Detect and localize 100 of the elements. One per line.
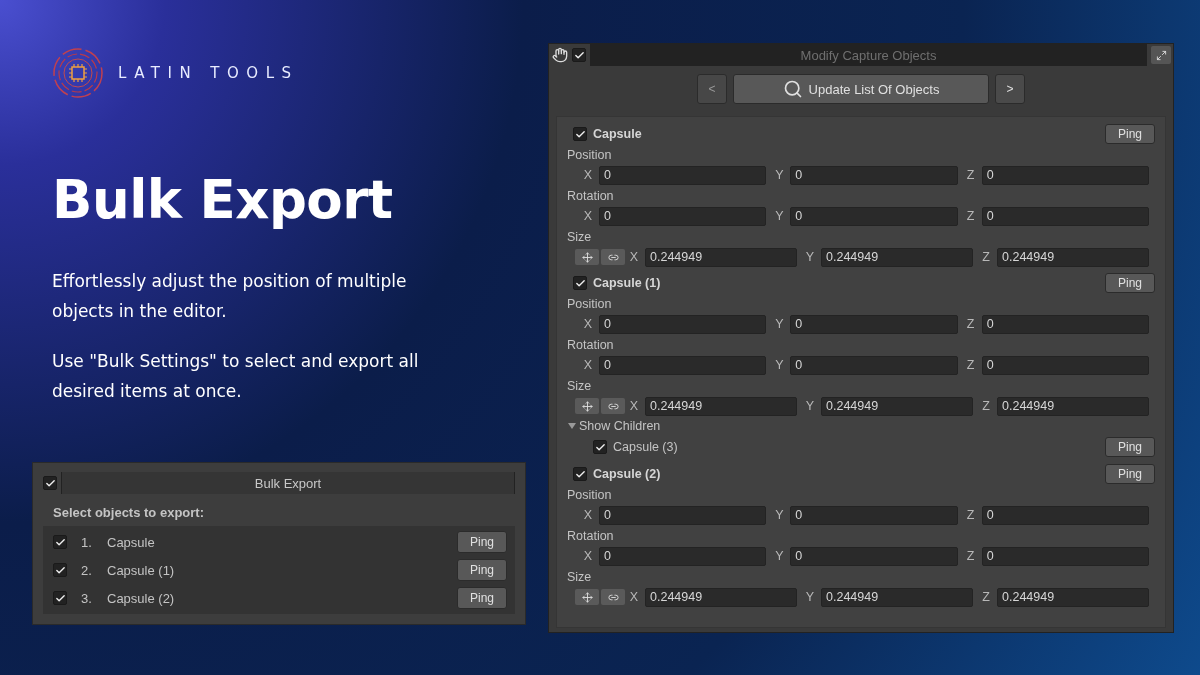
object-name: Capsule (1) [107, 562, 176, 578]
number-field[interactable]: 0 [599, 314, 767, 334]
number-field[interactable]: 0.244949 [997, 587, 1149, 607]
axis-label: Z [965, 317, 976, 331]
object-name: Capsule (2) [593, 467, 662, 481]
checkbox[interactable] [573, 127, 587, 141]
section-heading: Select objects to export: [53, 505, 205, 520]
ping-button[interactable]: Ping [1105, 464, 1155, 484]
child-object-name: Capsule (3) [613, 440, 679, 454]
brand-name: LATIN TOOLS [118, 64, 299, 82]
number-field[interactable]: 0 [790, 505, 958, 525]
number-field[interactable]: 0 [981, 206, 1149, 226]
checkbox[interactable] [43, 476, 57, 490]
axis-label: Z [981, 250, 991, 264]
hand-icon[interactable] [552, 47, 568, 63]
field-label: Size [567, 377, 592, 395]
number-field[interactable]: 0.244949 [997, 396, 1149, 416]
number-field[interactable]: 0 [599, 505, 767, 525]
hero-title: Bulk Export [52, 169, 394, 230]
checkbox[interactable] [53, 591, 67, 605]
search-icon [782, 79, 803, 99]
axis-label: Y [774, 317, 785, 331]
field-label: Position [567, 486, 612, 504]
axis-label: Z [965, 209, 976, 223]
axis-label: Y [804, 399, 816, 413]
axis-label: X [582, 549, 594, 563]
axis-label: Y [774, 358, 785, 372]
axis-label: X [582, 168, 594, 182]
checkbox[interactable] [53, 563, 67, 577]
ping-button[interactable]: Ping [1105, 273, 1155, 293]
number-field[interactable]: 0 [981, 165, 1149, 185]
checkbox[interactable] [53, 535, 67, 549]
checkbox[interactable] [572, 48, 586, 62]
number-field[interactable]: 0 [981, 314, 1149, 334]
number-field[interactable]: 0 [599, 355, 767, 375]
number-field[interactable]: 0.244949 [645, 587, 797, 607]
axis-label: X [582, 317, 594, 331]
field-label: Rotation [567, 527, 614, 545]
axis-label: Y [804, 250, 816, 264]
update-list-button[interactable]: Update List Of Objects [733, 74, 989, 104]
object-name: Capsule (2) [107, 590, 176, 606]
number-field[interactable]: 0 [790, 314, 958, 334]
number-field[interactable]: 0 [981, 505, 1149, 525]
number-field[interactable]: 0 [981, 546, 1149, 566]
ping-button[interactable]: Ping [457, 531, 507, 553]
ping-button[interactable]: Ping [1105, 437, 1155, 457]
number-field[interactable]: 0.244949 [821, 587, 973, 607]
number-field[interactable]: 0 [981, 355, 1149, 375]
axis-label: X [582, 209, 594, 223]
field-label: Size [567, 228, 592, 246]
number-field[interactable]: 0.244949 [821, 396, 973, 416]
disclosure-triangle-icon[interactable] [568, 422, 576, 430]
link-icon[interactable] [601, 398, 625, 414]
number-field[interactable]: 0.244949 [645, 247, 797, 267]
hero-paragraph: Effortlessly adjust the position of multiple objects in the editor. [52, 270, 408, 323]
link-icon[interactable] [601, 589, 625, 605]
number-field[interactable]: 0 [599, 165, 767, 185]
number-field[interactable]: 0 [790, 355, 958, 375]
item-number: 1. [81, 534, 93, 550]
ping-button[interactable]: Ping [457, 559, 507, 581]
field-label: Position [567, 295, 612, 313]
axis-label: Z [965, 549, 976, 563]
checkbox[interactable] [593, 440, 607, 454]
link-icon[interactable] [601, 249, 625, 265]
axis-label: Y [774, 209, 785, 223]
axis-label: X [582, 508, 594, 522]
axis-label: Z [981, 399, 991, 413]
ping-button[interactable]: Ping [1105, 124, 1155, 144]
number-field[interactable]: 0 [790, 546, 958, 566]
object-name: Capsule [593, 127, 643, 141]
item-number: 3. [81, 590, 93, 606]
number-field[interactable]: 0 [790, 165, 958, 185]
axis-label: Y [774, 549, 785, 563]
hero-paragraph: Use "Bulk Settings" to select and export all desired items at once. [52, 350, 420, 403]
axis-label: Y [774, 168, 785, 182]
axis-label: X [582, 358, 594, 372]
expand-icon[interactable] [1151, 46, 1171, 64]
object-name: Capsule [107, 534, 156, 550]
field-label: Rotation [567, 187, 614, 205]
checkbox[interactable] [573, 276, 587, 290]
axis-label: X [628, 399, 640, 413]
axis-label: Y [774, 508, 785, 522]
number-field[interactable]: 0 [599, 206, 767, 226]
axis-label: Y [804, 590, 816, 604]
panel-title: Modify Capture Objects [590, 44, 1147, 66]
number-field[interactable]: 0 [790, 206, 958, 226]
show-children-toggle[interactable]: Show Children [567, 417, 661, 435]
field-label: Size [567, 568, 592, 586]
checkbox[interactable] [573, 467, 587, 481]
number-field[interactable]: 0.244949 [645, 396, 797, 416]
axis-label: Z [965, 358, 976, 372]
axis-label: Z [965, 168, 976, 182]
axis-label: X [628, 250, 640, 264]
number-field[interactable]: 0.244949 [997, 247, 1149, 267]
number-field[interactable]: 0.244949 [821, 247, 973, 267]
axis-label: Z [981, 590, 991, 604]
ping-button[interactable]: Ping [457, 587, 507, 609]
number-field[interactable]: 0 [599, 546, 767, 566]
next-button[interactable]: > [995, 74, 1025, 104]
axis-label: X [628, 590, 640, 604]
